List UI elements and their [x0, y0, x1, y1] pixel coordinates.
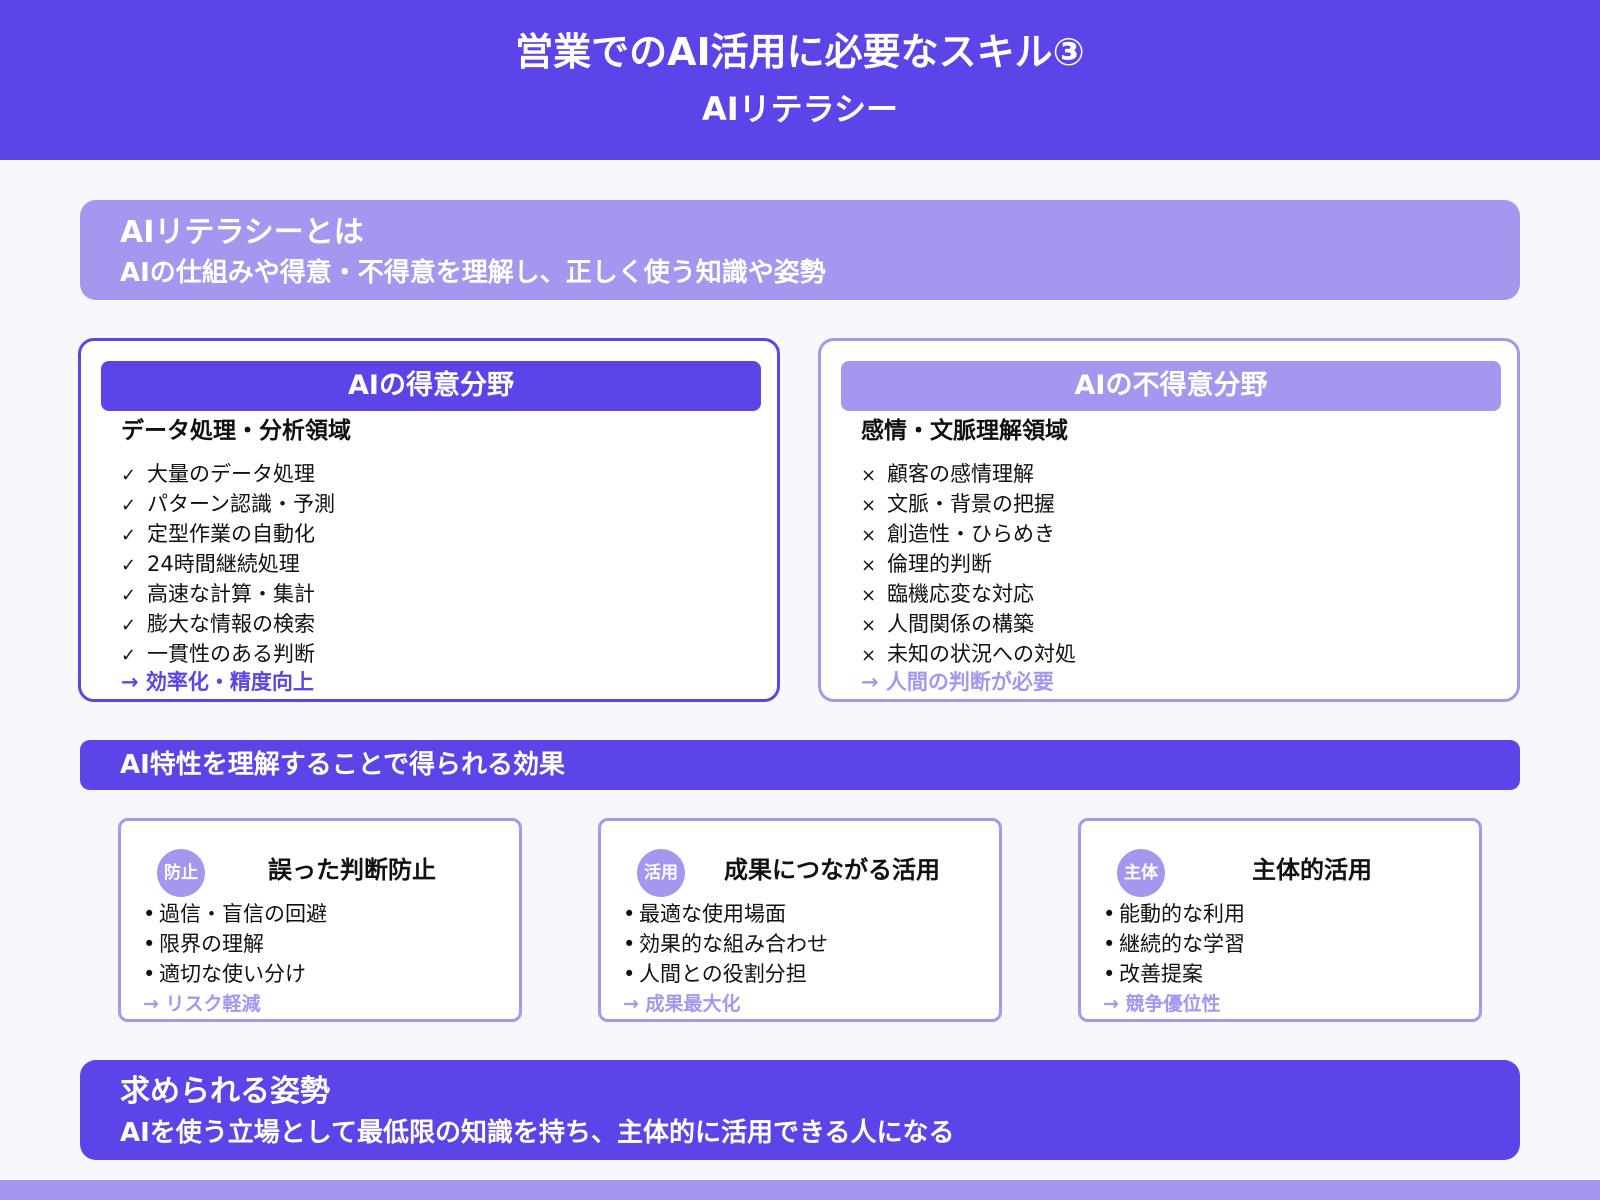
- list-item: ✓ 24時間継続処理: [121, 549, 335, 579]
- weaknesses-heading: AIの不得意分野: [841, 361, 1501, 411]
- list-item: ✓ 定型作業の自動化: [121, 519, 335, 549]
- weaknesses-subheading: 感情・文脈理解領域: [861, 418, 1068, 444]
- list-item: × 未知の状況への対処: [861, 639, 1076, 669]
- definition-heading: AIリテラシーとは: [120, 215, 364, 250]
- page-title: 営業でのAI活用に必要なスキル③: [515, 30, 1085, 74]
- list-item: × 創造性・ひらめき: [861, 519, 1076, 549]
- cross-icon: ×: [861, 525, 877, 546]
- card-result: → リスク軽減: [143, 993, 261, 1015]
- card-badge: 防止: [157, 849, 205, 897]
- stance-box: 求められる姿勢 AIを使う立場として最低限の知識を持ち、主体的に活用できる人にな…: [80, 1060, 1520, 1160]
- cross-icon: ×: [861, 465, 877, 486]
- card-list: • 能動的な利用 • 継続的な学習 • 改善提案: [1103, 899, 1245, 989]
- check-icon: ✓: [121, 555, 137, 576]
- list-item: • 人間との役割分担: [623, 962, 807, 986]
- weaknesses-list: × 顧客の感情理解 × 文脈・背景の把握 × 創造性・ひらめき × 倫理的判断 × 臨機応…: [861, 459, 1076, 669]
- list-item: • 能動的な利用: [1103, 902, 1245, 926]
- cross-icon: ×: [861, 615, 877, 636]
- list-item: ✓ 大量のデータ処理: [121, 459, 335, 489]
- footer-strip: [0, 1180, 1600, 1200]
- card-list: • 最適な使用場面 • 効果的な組み合わせ • 人間との役割分担: [623, 899, 828, 989]
- effect-card-proactive: 主体 主体的活用 • 能動的な利用 • 継続的な学習 • 改善提案 → 競争優位性: [1078, 818, 1482, 1022]
- stance-text: AIを使う立場として最低限の知識を持ち、主体的に活用できる人になる: [120, 1118, 955, 1148]
- list-item: • 適切な使い分け: [143, 962, 306, 986]
- check-icon: ✓: [121, 585, 137, 606]
- effect-card-prevention: 防止 誤った判断防止 • 過信・盲信の回避 • 限界の理解 • 適切な使い分け → リ…: [118, 818, 522, 1022]
- list-item: • 限界の理解: [143, 932, 264, 956]
- card-title: 主体的活用: [1252, 856, 1372, 884]
- list-item: ✓ 高速な計算・集計: [121, 579, 335, 609]
- list-item: • 効果的な組み合わせ: [623, 932, 828, 956]
- effects-heading: AI特性を理解することで得られる効果: [80, 740, 1520, 790]
- cross-icon: ×: [861, 555, 877, 576]
- check-icon: ✓: [121, 615, 137, 636]
- list-item: × 文脈・背景の把握: [861, 489, 1076, 519]
- card-title: 成果につながる活用: [724, 856, 940, 884]
- list-item: × 人間関係の構築: [861, 609, 1076, 639]
- check-icon: ✓: [121, 495, 137, 516]
- card-result: → 成果最大化: [623, 993, 741, 1015]
- list-item: × 倫理的判断: [861, 549, 1076, 579]
- stance-heading: 求められる姿勢: [120, 1074, 330, 1109]
- weaknesses-result: → 人間の判断が必要: [861, 670, 1054, 694]
- list-item: × 臨機応変な対応: [861, 579, 1076, 609]
- list-item: ✓ 一貫性のある判断: [121, 639, 335, 669]
- definition-text: AIの仕組みや得意・不得意を理解し、正しく使う知識や姿勢: [120, 258, 826, 288]
- strengths-list: ✓ 大量のデータ処理 ✓ パターン認識・予測 ✓ 定型作業の自動化 ✓ 24時間継続処理…: [121, 459, 335, 669]
- check-icon: ✓: [121, 525, 137, 546]
- card-badge: 活用: [637, 849, 685, 897]
- check-icon: ✓: [121, 465, 137, 486]
- card-badge: 主体: [1117, 849, 1165, 897]
- cross-icon: ×: [861, 585, 877, 606]
- list-item: • 最適な使用場面: [623, 902, 786, 926]
- strengths-result: → 効率化・精度向上: [121, 670, 314, 694]
- card-title: 誤った判断防止: [268, 856, 436, 884]
- page-header: 営業でのAI活用に必要なスキル③ AIリテラシー: [0, 0, 1600, 160]
- definition-box: AIリテラシーとは AIの仕組みや得意・不得意を理解し、正しく使う知識や姿勢: [80, 200, 1520, 300]
- card-list: • 過信・盲信の回避 • 限界の理解 • 適切な使い分け: [143, 899, 327, 989]
- strengths-panel: AIの得意分野 データ処理・分析領域 ✓ 大量のデータ処理 ✓ パターン認識・予測 …: [78, 338, 780, 702]
- cross-icon: ×: [861, 495, 877, 516]
- effect-card-utilization: 活用 成果につながる活用 • 最適な使用場面 • 効果的な組み合わせ • 人間との役割…: [598, 818, 1002, 1022]
- strengths-subheading: データ処理・分析領域: [121, 418, 351, 444]
- list-item: × 顧客の感情理解: [861, 459, 1076, 489]
- card-result: → 競争優位性: [1103, 993, 1221, 1015]
- list-item: • 過信・盲信の回避: [143, 902, 327, 926]
- list-item: • 継続的な学習: [1103, 932, 1245, 956]
- page-subtitle: AIリテラシー: [701, 90, 899, 128]
- list-item: • 改善提案: [1103, 962, 1203, 986]
- strengths-heading: AIの得意分野: [101, 361, 761, 411]
- list-item: ✓ パターン認識・予測: [121, 489, 335, 519]
- weaknesses-panel: AIの不得意分野 感情・文脈理解領域 × 顧客の感情理解 × 文脈・背景の把握 × 創…: [818, 338, 1520, 702]
- list-item: ✓ 膨大な情報の検索: [121, 609, 335, 639]
